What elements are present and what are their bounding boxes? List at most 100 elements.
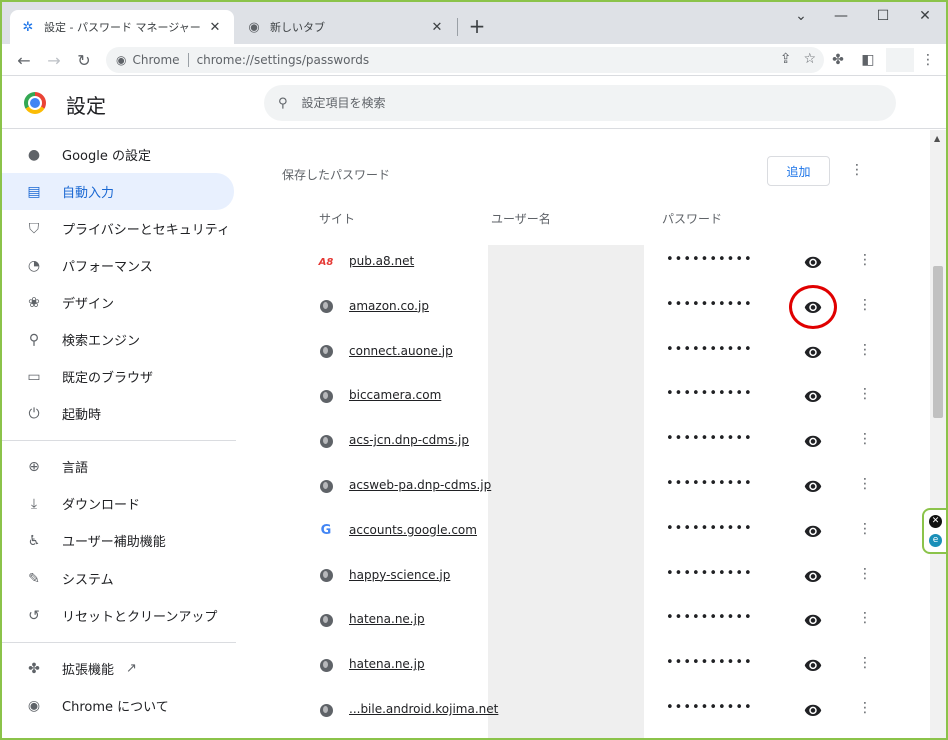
row-more-actions-icon[interactable]: ⋮ bbox=[858, 342, 872, 358]
sidebar-item-system[interactable]: ✎ システム bbox=[2, 560, 234, 597]
new-tab-button[interactable]: + bbox=[466, 16, 488, 38]
sidebar-item-google[interactable]: ● Google の設定 bbox=[2, 136, 234, 173]
masked-password: •••••••••• bbox=[666, 700, 753, 715]
omnibox-chrome-label: Chrome bbox=[132, 53, 180, 67]
sidebar-item-reset[interactable]: ↺ リセットとクリーンアップ bbox=[2, 597, 234, 634]
row-more-actions-icon[interactable]: ⋮ bbox=[858, 252, 872, 268]
scroll-up-arrow-icon[interactable]: ▲ bbox=[934, 134, 940, 143]
power-icon: ⏻ bbox=[28, 405, 40, 422]
show-password-eye-icon[interactable] bbox=[804, 253, 822, 271]
site-link[interactable]: hatena.ne.jp bbox=[349, 612, 425, 626]
row-more-actions-icon[interactable]: ⋮ bbox=[858, 655, 872, 671]
globe-icon bbox=[318, 344, 334, 360]
close-tab-icon[interactable]: ✕ bbox=[428, 18, 446, 36]
show-password-eye-icon[interactable] bbox=[804, 567, 822, 585]
puzzle-icon: ✤ bbox=[28, 660, 40, 677]
more-actions-icon[interactable]: ⋮ bbox=[850, 162, 864, 178]
password-row: ...bile.android.kojima.net •••••••••• ⋮ bbox=[264, 688, 896, 733]
sidebar-item-label: ユーザー補助機能 bbox=[62, 535, 166, 550]
show-password-eye-icon[interactable] bbox=[804, 477, 822, 495]
row-more-actions-icon[interactable]: ⋮ bbox=[858, 521, 872, 537]
show-password-eye-icon[interactable] bbox=[804, 611, 822, 629]
extension-side-widget[interactable]: ✕ e bbox=[922, 508, 946, 554]
tab-search-button[interactable]: ⌄ bbox=[786, 8, 816, 28]
show-password-eye-icon[interactable] bbox=[804, 656, 822, 674]
sidebar-item-search-engine[interactable]: ⚲ 検索エンジン bbox=[2, 321, 234, 358]
password-row: acs-jcn.dnp-cdms.jp •••••••••• ⋮ bbox=[264, 419, 896, 464]
show-password-eye-icon[interactable] bbox=[804, 343, 822, 361]
masked-password: •••••••••• bbox=[666, 252, 753, 267]
site-link[interactable]: connect.auone.jp bbox=[349, 344, 453, 358]
sidebar-item-accessibility[interactable]: ♿ ユーザー補助機能 bbox=[2, 522, 234, 559]
row-more-actions-icon[interactable]: ⋮ bbox=[858, 297, 872, 313]
show-password-eye-icon[interactable] bbox=[804, 432, 822, 450]
sidebar-item-privacy[interactable]: ⛉ プライバシーとセキュリティ bbox=[2, 210, 234, 247]
person-icon: ● bbox=[27, 146, 41, 163]
row-more-actions-icon[interactable]: ⋮ bbox=[858, 476, 872, 492]
site-link[interactable]: happy-science.jp bbox=[349, 568, 450, 582]
close-tab-icon[interactable]: ✕ bbox=[206, 18, 224, 36]
sidebar-item-languages[interactable]: ⊕ 言語 bbox=[2, 448, 234, 485]
sidebar-item-autofill[interactable]: ▤ 自動入力 bbox=[2, 173, 234, 210]
settings-search[interactable]: ⚲ bbox=[264, 85, 896, 121]
add-password-button[interactable]: 追加 bbox=[767, 156, 830, 186]
sidebar-item-downloads[interactable]: ⤓ ダウンロード bbox=[2, 485, 234, 522]
back-button[interactable]: ← bbox=[12, 48, 36, 72]
show-password-eye-icon[interactable] bbox=[804, 387, 822, 405]
row-more-actions-icon[interactable]: ⋮ bbox=[858, 610, 872, 626]
globe-icon bbox=[318, 702, 334, 718]
bookmark-star-icon[interactable]: ☆ bbox=[803, 51, 816, 67]
close-window-button[interactable]: ✕ bbox=[910, 8, 940, 28]
minimize-button[interactable]: — bbox=[826, 8, 856, 28]
forward-button[interactable]: → bbox=[42, 48, 66, 72]
site-link[interactable]: pub.a8.net bbox=[349, 254, 414, 268]
site-link[interactable]: acs-jcn.dnp-cdms.jp bbox=[349, 433, 469, 447]
extensions-puzzle-icon[interactable]: ✤ bbox=[826, 48, 850, 72]
sidebar-divider bbox=[2, 642, 236, 643]
sidebar-item-about-chrome[interactable]: ◉ Chrome について bbox=[2, 687, 234, 724]
accessibility-icon: ♿ bbox=[27, 532, 41, 549]
side-panel-icon[interactable]: ◧ bbox=[856, 48, 880, 72]
search-input[interactable] bbox=[301, 96, 862, 110]
profile-button[interactable] bbox=[886, 48, 914, 72]
reload-button[interactable]: ↻ bbox=[72, 48, 96, 72]
password-row: Gaccounts.google.com •••••••••• ⋮ bbox=[264, 509, 896, 554]
site-link[interactable]: accounts.google.com bbox=[349, 523, 477, 537]
close-widget-icon[interactable]: ✕ bbox=[929, 515, 942, 528]
sidebar-item-extensions[interactable]: ✤ 拡張機能 ↗ bbox=[2, 650, 234, 687]
site-link[interactable]: ...bile.android.kojima.net bbox=[349, 702, 498, 716]
site-link[interactable]: biccamera.com bbox=[349, 388, 441, 402]
page-scrollbar[interactable]: ▲ bbox=[930, 130, 946, 738]
tab-new-tab[interactable]: ◉ 新しいタブ ✕ bbox=[236, 10, 456, 44]
extension-e-icon[interactable]: e bbox=[929, 534, 942, 547]
site-link[interactable]: amazon.co.jp bbox=[349, 299, 429, 313]
site-link[interactable]: acsweb-pa.dnp-cdms.jp bbox=[349, 478, 491, 492]
row-more-actions-icon[interactable]: ⋮ bbox=[858, 566, 872, 582]
show-password-eye-icon[interactable] bbox=[804, 522, 822, 540]
share-icon[interactable]: ⇪ bbox=[780, 51, 792, 67]
tab-settings[interactable]: ✲ 設定 - パスワード マネージャー ✕ bbox=[10, 10, 234, 44]
page-title: 設定 bbox=[66, 94, 106, 118]
row-more-actions-icon[interactable]: ⋮ bbox=[858, 700, 872, 716]
sidebar-item-label: Chrome について bbox=[62, 700, 169, 715]
column-header-site: サイト bbox=[319, 212, 356, 226]
globe-icon: ⊕ bbox=[28, 458, 40, 475]
chrome-icon: ◉ bbox=[248, 19, 260, 35]
row-more-actions-icon[interactable]: ⋮ bbox=[858, 386, 872, 402]
column-header-username: ユーザー名 bbox=[491, 212, 551, 226]
show-password-eye-icon[interactable] bbox=[804, 701, 822, 719]
sidebar-item-on-startup[interactable]: ⏻ 起動時 bbox=[2, 395, 234, 432]
password-row: connect.auone.jp •••••••••• ⋮ bbox=[264, 330, 896, 375]
sidebar-item-default-browser[interactable]: ▭ 既定のブラウザ bbox=[2, 358, 234, 395]
maximize-button[interactable]: ☐ bbox=[868, 8, 898, 28]
address-bar[interactable]: ◉ Chrome chrome://settings/passwords ⇪ ☆ bbox=[106, 47, 824, 73]
scrollbar-thumb[interactable] bbox=[933, 266, 943, 418]
more-menu-icon[interactable]: ⋮ bbox=[916, 48, 940, 72]
globe-icon bbox=[318, 433, 334, 449]
sidebar-item-performance[interactable]: ◔ パフォーマンス bbox=[2, 247, 234, 284]
a8-icon: A8 bbox=[318, 256, 334, 268]
sidebar-item-label: 起動時 bbox=[62, 408, 102, 423]
sidebar-item-appearance[interactable]: ❀ デザイン bbox=[2, 284, 234, 321]
row-more-actions-icon[interactable]: ⋮ bbox=[858, 431, 872, 447]
site-link[interactable]: hatena.ne.jp bbox=[349, 657, 425, 671]
